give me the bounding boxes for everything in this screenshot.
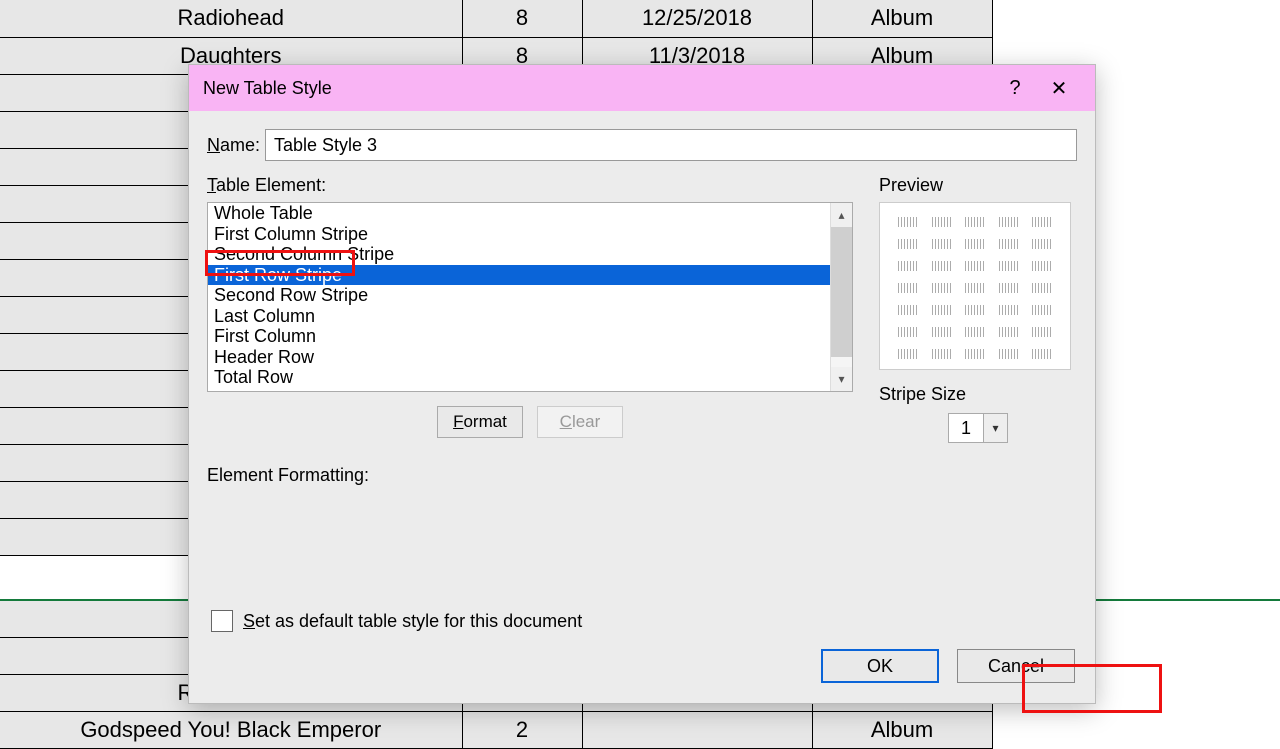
default-checkbox[interactable] (211, 610, 233, 632)
dialog-title: New Table Style (203, 78, 332, 99)
help-button[interactable]: ? (993, 65, 1037, 111)
close-button[interactable]: ✕ (1037, 65, 1081, 111)
element-formatting-box (207, 492, 1077, 600)
preview-label: Preview (879, 175, 1077, 196)
table-element-item[interactable]: Header Row (208, 347, 830, 368)
stripe-size-label: Stripe Size (879, 384, 1077, 405)
format-button[interactable]: Format (437, 406, 523, 438)
stripe-size-spinner[interactable]: 1 ▾ (879, 413, 1077, 443)
scroll-down-icon[interactable]: ▾ (831, 367, 852, 391)
chevron-down-icon[interactable]: ▾ (984, 413, 1008, 443)
dialog-titlebar[interactable]: New Table Style ? ✕ (189, 65, 1095, 111)
table-element-item[interactable]: Second Row Stripe (208, 285, 830, 306)
table-element-item[interactable]: Total Row (208, 367, 830, 388)
table-element-item[interactable]: First Column Stripe (208, 224, 830, 245)
new-table-style-dialog: New Table Style ? ✕ Name: Table Element:… (188, 64, 1096, 704)
scroll-up-icon[interactable]: ▴ (831, 203, 852, 227)
element-formatting-label: Element Formatting: (207, 465, 1077, 486)
table-element-label: Table Element: (207, 175, 853, 196)
table-element-item[interactable]: Second Column Stripe (208, 244, 830, 265)
default-checkbox-label: Set as default table style for this docu… (243, 611, 582, 632)
table-element-item[interactable]: First Column (208, 326, 830, 347)
table-element-listbox[interactable]: Whole TableFirst Column StripeSecond Col… (207, 202, 853, 392)
preview-box (879, 202, 1071, 370)
cancel-button[interactable]: Cancel (957, 649, 1075, 683)
clear-button: Clear (537, 406, 623, 438)
table-element-item[interactable]: First Row Stripe (208, 265, 830, 286)
table-element-item[interactable]: Last Column (208, 306, 830, 327)
ok-button[interactable]: OK (821, 649, 939, 683)
listbox-scrollbar[interactable]: ▴ ▾ (830, 203, 852, 391)
name-label: Name: (207, 135, 265, 156)
name-input[interactable] (265, 129, 1077, 161)
table-element-item[interactable]: Whole Table (208, 203, 830, 224)
stripe-size-value[interactable]: 1 (948, 413, 984, 443)
